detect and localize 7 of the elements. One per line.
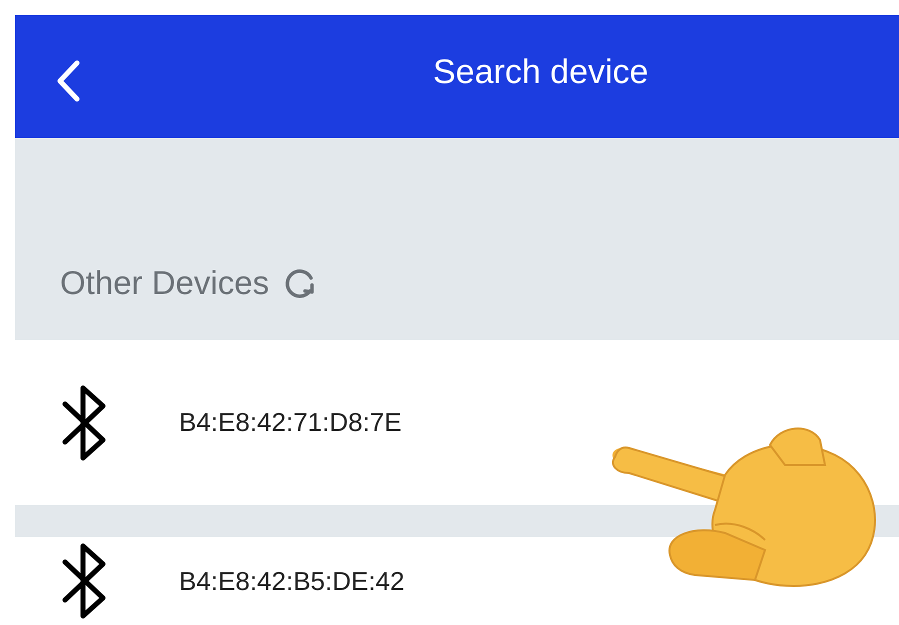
section-title: Other Devices: [60, 264, 270, 302]
bluetooth-icon: [61, 542, 107, 620]
device-address[interactable]: B4:E8:42:71:D8:7E: [179, 407, 402, 438]
back-icon[interactable]: [55, 60, 81, 102]
device-address[interactable]: B4:E8:42:B5:DE:42: [179, 566, 404, 596]
screen-title: Search device: [433, 53, 648, 92]
bluetooth-icon: [61, 384, 107, 462]
